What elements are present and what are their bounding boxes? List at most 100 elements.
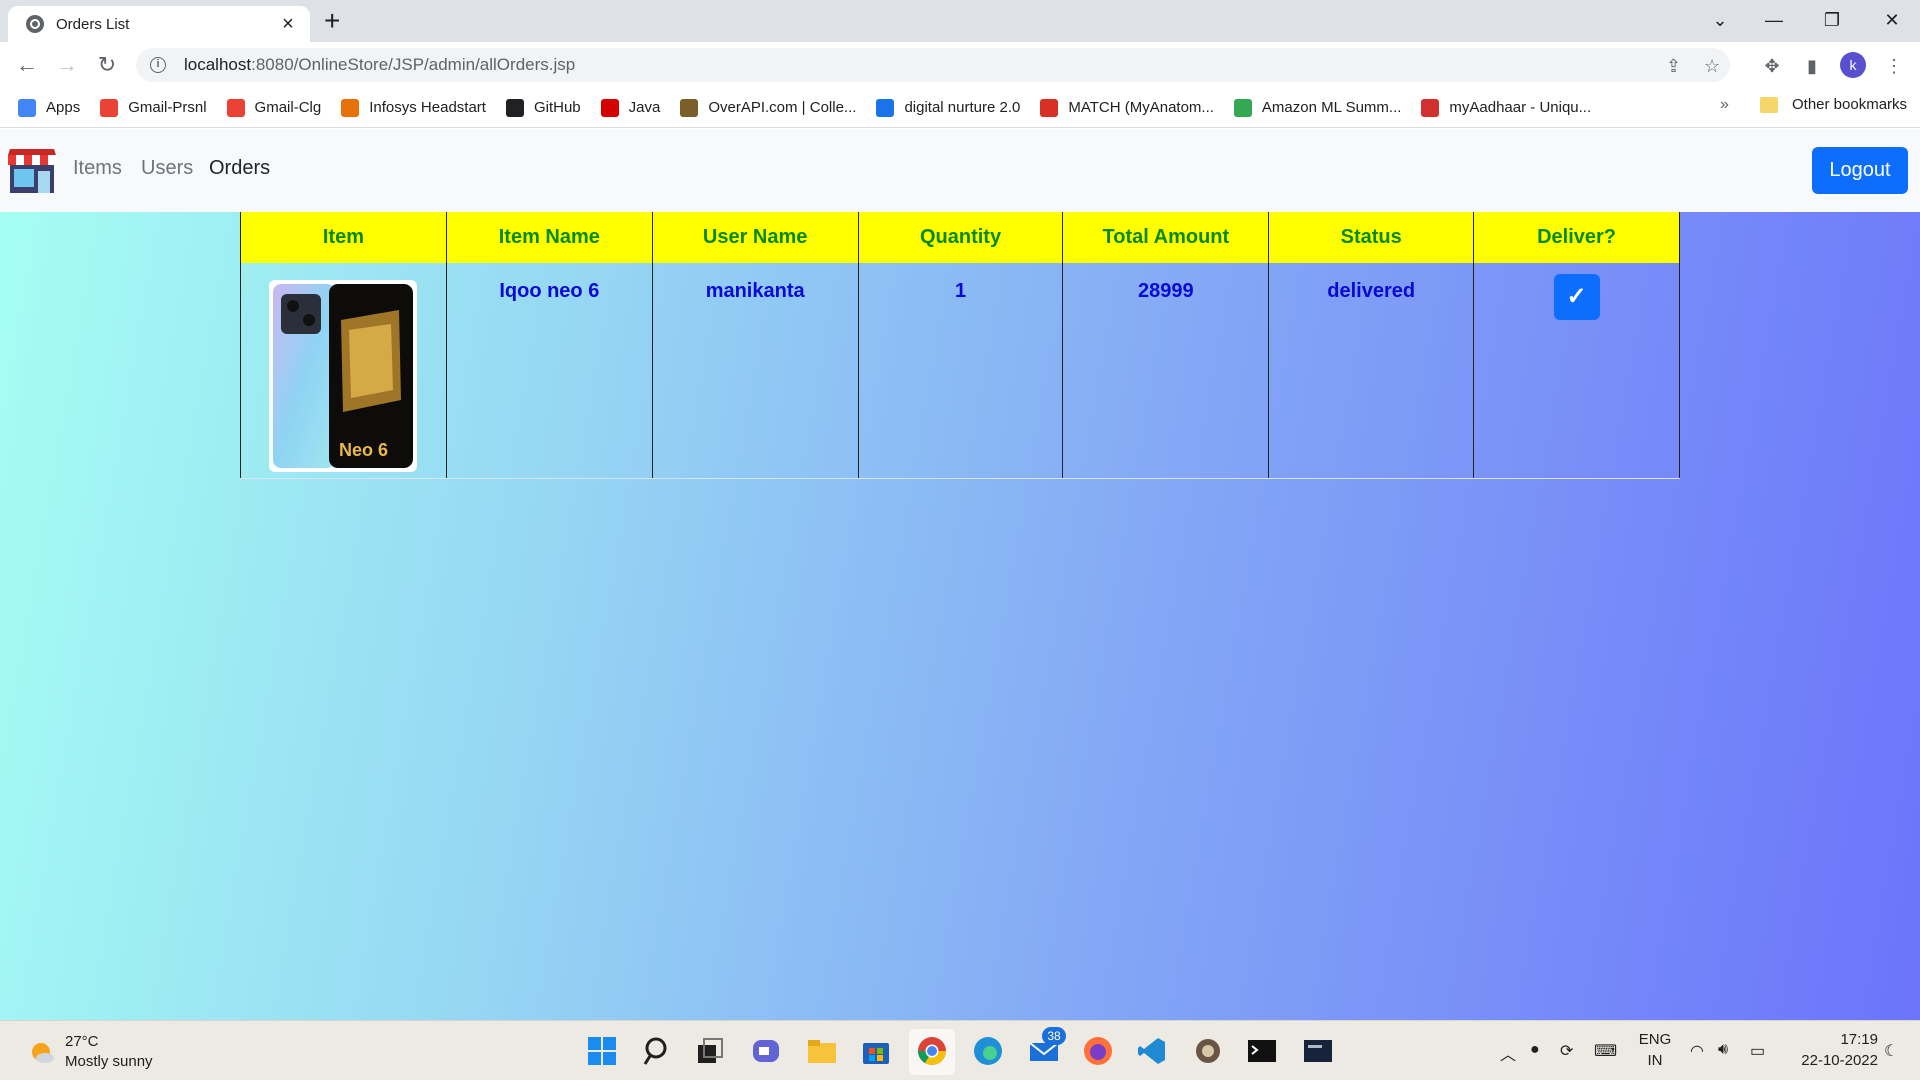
nav-link-orders[interactable]: Orders [209, 157, 270, 180]
language-region[interactable]: IN [1638, 1052, 1672, 1069]
bookmark-label: MATCH (MyAnatom... [1068, 99, 1214, 116]
tray-app-icon[interactable]: ● [1530, 1041, 1540, 1059]
close-window-button[interactable]: ✕ [1872, 6, 1912, 34]
logout-button[interactable]: Logout [1812, 147, 1908, 194]
forward-arrow-icon[interactable]: → [52, 50, 82, 80]
bookmark-item[interactable]: Gmail-Prsnl [100, 98, 207, 117]
digital-nurture-icon [876, 98, 895, 117]
gmail-icon [226, 98, 245, 117]
nav-link-users[interactable]: Users [141, 157, 193, 180]
wifi-icon[interactable]: ◠ [1690, 1041, 1704, 1061]
quantity-cell: 1 [857, 263, 1064, 479]
share-icon[interactable]: ⇪ [1666, 56, 1681, 77]
minimize-button[interactable]: — [1754, 6, 1794, 34]
bookmark-item[interactable]: Apps [18, 98, 81, 117]
orders-table: Item Item Name User Name Quantity Total … [240, 212, 1680, 479]
mysql-workbench-icon[interactable] [1302, 1035, 1334, 1067]
weather-temperature: 27°C [65, 1033, 99, 1050]
bookmark-item[interactable]: Amazon ML Summ... [1233, 98, 1402, 117]
folder-icon [1760, 96, 1778, 113]
other-bookmarks-folder[interactable]: Other bookmarks [1760, 96, 1907, 113]
clock-time[interactable]: 17:19 [1786, 1031, 1878, 1048]
windows-start-icon[interactable] [586, 1035, 618, 1067]
item-image-cell: Neo 6 [240, 263, 447, 479]
tab-search-icon[interactable]: ⌄ [1700, 6, 1740, 34]
deliver-cell: ✓ [1473, 263, 1680, 479]
keyboard-icon[interactable]: ⌨ [1594, 1041, 1617, 1061]
bookmark-item[interactable]: Gmail-Clg [226, 98, 321, 117]
bookmark-item[interactable]: Infosys Headstart [341, 98, 486, 117]
table-row: Neo 6 Iqoo neo 6 manikanta 1 28999 deliv… [240, 263, 1680, 479]
bookmark-label: Gmail-Prsnl [128, 99, 207, 116]
site-info-icon[interactable]: i [150, 57, 166, 73]
aadhaar-icon [1421, 98, 1440, 117]
amazon-ml-icon [1233, 98, 1252, 117]
status-cell: delivered [1268, 263, 1475, 479]
bookmark-label: Amazon ML Summ... [1261, 99, 1402, 116]
browser-toolbar: ← → ↻ i localhost:8080/OnlineStore/JSP/a… [0, 42, 1920, 88]
settings-gear-icon[interactable] [1192, 1035, 1224, 1067]
firefox-icon[interactable] [1082, 1035, 1114, 1067]
apps-grid-icon [18, 98, 36, 117]
bookmark-item[interactable]: Java [600, 98, 661, 117]
side-panel-icon[interactable]: ▮ [1800, 56, 1824, 77]
show-hidden-icons-chevron[interactable]: ︿ [1500, 1041, 1516, 1065]
column-header-deliver: Deliver? [1473, 212, 1680, 263]
mail-notification-badge: 38 [1042, 1027, 1066, 1045]
search-icon[interactable] [642, 1035, 674, 1067]
bookmark-label: GitHub [533, 99, 581, 116]
bookmark-label: Java [628, 99, 661, 116]
bookmark-item[interactable]: OverAPI.com | Colle... [680, 98, 857, 117]
reload-icon[interactable]: ↻ [92, 50, 122, 80]
bookmark-item[interactable]: myAadhaar - Uniqu... [1421, 98, 1592, 117]
phone-product-image: Neo 6 [273, 284, 414, 468]
total-amount-cell: 28999 [1062, 263, 1270, 479]
gmail-icon [100, 98, 119, 117]
bookmark-label: Apps [46, 99, 81, 116]
menu-kebab-icon[interactable]: ⋮ [1882, 56, 1906, 77]
edge-icon[interactable] [972, 1035, 1004, 1067]
match-icon [1040, 98, 1059, 117]
chrome-icon[interactable] [916, 1035, 948, 1067]
extensions-puzzle-icon[interactable]: ✥ [1760, 56, 1784, 77]
nav-link-items[interactable]: Items [73, 157, 122, 180]
column-header-user-name: User Name [651, 212, 859, 263]
store-logo-icon[interactable] [6, 147, 58, 195]
bookmark-label: OverAPI.com | Colle... [708, 99, 857, 116]
bookmark-label: Infosys Headstart [369, 99, 486, 116]
weather-description: Mostly sunny [65, 1053, 153, 1070]
bookmark-item[interactable]: GitHub [505, 98, 581, 117]
new-tab-button[interactable]: + [324, 6, 340, 36]
close-tab-icon[interactable]: × [278, 13, 298, 36]
profile-avatar[interactable]: k [1840, 52, 1866, 78]
task-view-icon[interactable] [694, 1035, 726, 1067]
battery-icon[interactable]: ▭ [1750, 1041, 1765, 1061]
address-bar[interactable]: i localhost:8080/OnlineStore/JSP/admin/a… [136, 48, 1730, 82]
column-header-item-name: Item Name [445, 212, 653, 263]
restore-button[interactable]: ❐ [1812, 6, 1852, 34]
column-header-quantity: Quantity [857, 212, 1064, 263]
sync-icon[interactable]: ⟳ [1560, 1041, 1573, 1061]
globe-icon [26, 15, 44, 33]
focus-assist-moon-icon[interactable]: ☾ [1884, 1041, 1898, 1061]
microsoft-store-icon[interactable] [860, 1035, 892, 1067]
url-text: localhost:8080/OnlineStore/JSP/admin/all… [184, 55, 576, 74]
bookmark-label: myAadhaar - Uniqu... [1449, 99, 1592, 116]
browser-tab[interactable]: Orders List × [8, 6, 310, 42]
terminal-icon[interactable] [1246, 1035, 1278, 1067]
bookmark-star-icon[interactable]: ☆ [1704, 56, 1720, 77]
language-eng[interactable]: ENG [1638, 1031, 1672, 1048]
back-arrow-icon[interactable]: ← [12, 50, 42, 80]
bookmark-item[interactable]: digital nurture 2.0 [876, 98, 1020, 117]
bookmarks-overflow-chevron[interactable]: » [1720, 96, 1729, 114]
vscode-icon[interactable] [1136, 1035, 1168, 1067]
clock-date[interactable]: 22-10-2022 [1786, 1052, 1878, 1069]
teams-chat-icon[interactable] [750, 1035, 782, 1067]
file-explorer-icon[interactable] [806, 1035, 838, 1067]
bookmark-item[interactable]: MATCH (MyAnatom... [1040, 98, 1214, 117]
volume-icon[interactable]: 🔊︎ [1718, 1041, 1728, 1059]
phone-image-label: Neo 6 [339, 440, 388, 460]
phone-image: Neo 6 [269, 280, 418, 472]
deliver-check-button[interactable]: ✓ [1553, 274, 1600, 320]
sun-cloud-icon[interactable] [28, 1039, 56, 1067]
